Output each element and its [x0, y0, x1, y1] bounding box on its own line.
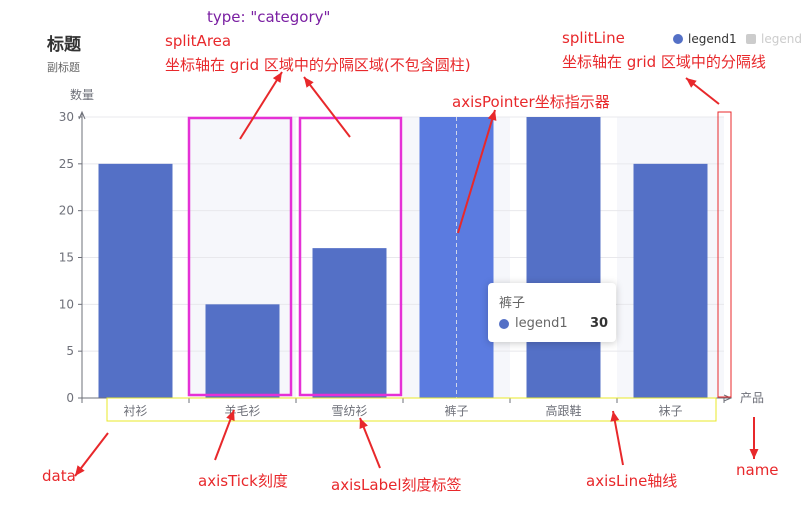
tooltip-title: 裤子	[499, 296, 526, 311]
annotation-split-area-desc: 坐标轴在 grid 区域中的分隔区域(不包含圆柱)	[165, 56, 471, 74]
legend-inactive-icon[interactable]	[746, 34, 756, 44]
legend-item-legend[interactable]: legend	[761, 32, 802, 46]
y-tick-label: 30	[59, 110, 74, 124]
y-axis-name: 数量	[70, 87, 94, 102]
annotation-data: data	[42, 467, 76, 485]
y-tick-label: 15	[59, 251, 74, 265]
bar-衬衫	[98, 163, 173, 398]
y-tick-label: 25	[59, 157, 74, 171]
chart-subtitle: 副标题	[47, 61, 80, 74]
x-tick-label: 雪纺衫	[331, 404, 367, 418]
tooltip-value: 30	[590, 316, 609, 331]
x-tick-label: 高跟鞋	[545, 403, 581, 418]
annotation-axis-tick: axisTick刻度	[198, 472, 288, 490]
y-tick-label: 5	[66, 344, 74, 358]
bar-袜子	[633, 163, 708, 398]
legend-item-legend1[interactable]: legend1	[688, 32, 737, 46]
axis-line-arrow-head	[610, 411, 620, 422]
bar-高跟鞋	[526, 117, 601, 398]
annotation-axis-line: axisLine轴线	[586, 472, 678, 490]
annotation-axis-label: axisLabel刻度标签	[331, 476, 462, 494]
y-tick-label: 0	[66, 391, 74, 405]
bar-羊毛衫	[205, 304, 280, 398]
y-tick-label: 10	[59, 297, 74, 311]
axis-label-highlight-box	[106, 397, 717, 422]
annotation-axis-pointer: axisPointer坐标指示器	[452, 93, 610, 111]
split-area-arrow	[303, 76, 351, 138]
y-tick-label: 20	[59, 204, 74, 218]
annotation-split-line-desc: 坐标轴在 grid 区域中的分隔线	[562, 53, 766, 71]
annotation-split-area-title: splitArea	[165, 32, 232, 50]
chart-title: 标题	[47, 35, 81, 55]
name-arrow-head	[749, 448, 759, 459]
annotation-split-line-title: splitLine	[562, 29, 625, 47]
bar-雪纺衫	[312, 248, 387, 398]
bar-chart: 051015202530衬衫 羊毛衫 雪纺衫 裤子 高跟鞋 袜子数量产品	[59, 71, 764, 477]
annotation-type-category: type: "category"	[207, 8, 331, 26]
legend-series-icon[interactable]	[673, 34, 683, 44]
tooltip-series-name: legend1	[515, 316, 568, 331]
x-tick-label: 衬衫	[123, 404, 147, 418]
x-axis-name: 产品	[740, 391, 764, 405]
tooltip: 裤子 legend1 30	[488, 283, 616, 342]
x-tick-label: 袜子	[658, 404, 682, 418]
x-tick-label: 裤子	[444, 404, 468, 418]
annotation-name: name	[736, 461, 779, 479]
tooltip-series-icon	[499, 319, 509, 329]
